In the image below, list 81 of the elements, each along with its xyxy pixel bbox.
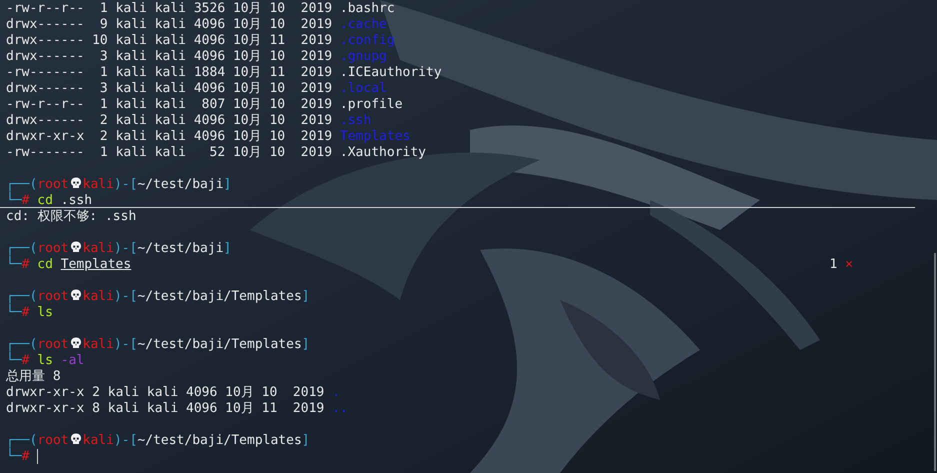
prompt-user: root — [37, 241, 69, 256]
file-name: . — [332, 385, 340, 400]
prompt-corner: └─ — [6, 305, 22, 320]
prompt-sigil: # — [22, 257, 30, 272]
prompt-host: kali — [82, 241, 114, 256]
scrollbar[interactable] — [934, 253, 936, 471]
prompt-host: kali — [82, 289, 114, 304]
prompt-sigil: # — [22, 305, 30, 320]
prompt-path: ~/test/baji/Templates — [137, 289, 302, 304]
command-name: cd — [37, 193, 53, 208]
prompt-frame: ] — [224, 241, 232, 256]
skull-icon — [70, 337, 82, 349]
prompt-path: ~/test/baji — [137, 177, 224, 192]
prompt-path: ~/test/baji/Templates — [137, 433, 302, 448]
prompt-frame: ] — [302, 433, 310, 448]
file-name: .config — [340, 33, 395, 48]
file-info: drwx------ 3 kali kali 4096 10月 10 2019 — [6, 81, 334, 96]
prompt-user: root — [37, 433, 69, 448]
file-name: .gnupg — [340, 49, 387, 64]
prompt-corner: └─ — [6, 193, 22, 208]
prompt-corner: └─ — [6, 449, 22, 464]
prompt-sigil: # — [22, 353, 30, 368]
file-info: drwx------ 3 kali kali 4096 10月 10 2019 — [6, 49, 334, 64]
file-info: drwx------ 9 kali kali 4096 10月 10 2019 — [6, 17, 334, 32]
prompt-frame: )-[ — [114, 337, 138, 352]
command-argument: -al — [60, 353, 84, 368]
command-name: ls — [37, 305, 53, 320]
prompt-user: root — [37, 337, 69, 352]
file-name: .profile — [340, 97, 403, 112]
skull-icon — [70, 241, 82, 253]
prompt-frame: ┌──( — [6, 433, 38, 448]
prompt-host: kali — [82, 177, 114, 192]
prompt-corner: └─ — [6, 353, 22, 368]
file-info: -rw------- 1 kali kali 52 10月 10 2019 — [6, 145, 334, 160]
file-info: -rw-r--r-- 1 kali kali 3526 10月 10 2019 — [6, 1, 334, 16]
file-name: .local — [340, 81, 387, 96]
file-info: drwx------ 2 kali kali 4096 10月 10 2019 — [6, 113, 334, 128]
prompt-path: ~/test/baji — [137, 241, 224, 256]
prompt-user: root — [37, 177, 69, 192]
file-name: .Xauthority — [340, 145, 426, 160]
command-argument: .ssh — [60, 193, 92, 208]
skull-icon — [70, 433, 82, 445]
prompt-frame: )-[ — [114, 289, 138, 304]
exit-code: 1 — [830, 257, 838, 272]
command-argument: Templates — [60, 257, 132, 272]
file-info: -rw-r--r-- 1 kali kali 807 10月 10 2019 — [6, 97, 334, 112]
file-name: .bashrc — [340, 1, 395, 16]
prompt-frame: ] — [302, 337, 310, 352]
prompt-frame: ] — [302, 289, 310, 304]
file-name: .. — [332, 401, 348, 416]
prompt-frame: ┌──( — [6, 337, 38, 352]
file-name: .ssh — [340, 113, 372, 128]
command-name: cd — [37, 257, 53, 272]
file-info: -rw------- 1 kali kali 1884 10月 11 2019 — [6, 65, 334, 80]
file-info: drwx------ 10 kali kali 4096 10月 11 2019 — [6, 33, 334, 48]
file-info: drwxr-xr-x 2 kali kali 4096 10月 10 2019 — [6, 129, 334, 144]
prompt-sigil: # — [22, 193, 30, 208]
prompt-frame: ┌──( — [6, 241, 38, 256]
prompt-frame: )-[ — [114, 241, 138, 256]
prompt-frame: ┌──( — [6, 177, 38, 192]
skull-icon — [70, 177, 82, 189]
prompt-frame: )-[ — [114, 177, 138, 192]
output-text: cd: 权限不够: .ssh — [6, 209, 136, 224]
file-name: Templates — [340, 129, 410, 144]
file-info: drwxr-xr-x 2 kali kali 4096 10月 10 2019 — [6, 385, 326, 400]
prompt-user: root — [37, 289, 69, 304]
command-name: ls — [37, 353, 53, 368]
prompt-sigil: # — [22, 449, 30, 464]
file-name: .cache — [340, 17, 387, 32]
output-text: 总用量 8 — [6, 369, 61, 384]
skull-icon — [70, 289, 82, 301]
prompt-frame: ] — [224, 177, 232, 192]
prompt-corner: └─ — [6, 257, 22, 272]
prompt-frame: ┌──( — [6, 289, 38, 304]
prompt-path: ~/test/baji/Templates — [137, 337, 302, 352]
prompt-host: kali — [82, 433, 114, 448]
file-info: drwxr-xr-x 8 kali kali 4096 10月 11 2019 — [6, 401, 326, 416]
prompt-frame: )-[ — [114, 433, 138, 448]
file-name: .ICEauthority — [340, 65, 442, 80]
prompt-host: kali — [82, 337, 114, 352]
error-mark: × — [845, 257, 853, 272]
